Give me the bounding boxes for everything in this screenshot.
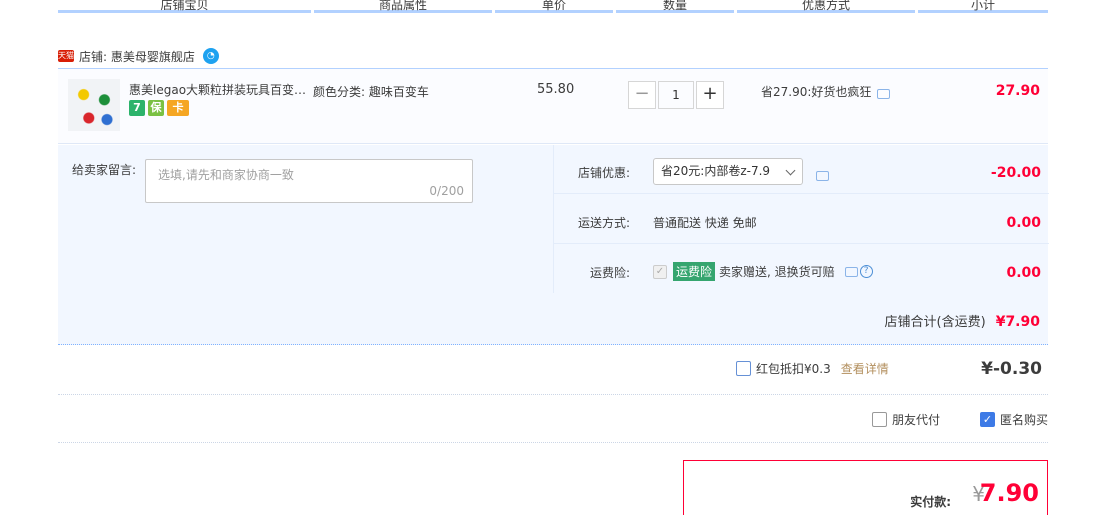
header-unit-price: 单价 bbox=[495, 0, 613, 13]
shop-total: 店铺合计(含运费) ¥7.90 bbox=[885, 311, 1040, 330]
chevron-down-icon bbox=[785, 165, 796, 176]
coupon-comment-icon[interactable] bbox=[816, 171, 829, 181]
anonymous-purchase-option[interactable]: ✓ 匿名购买 bbox=[980, 411, 1048, 428]
help-icon[interactable]: ? bbox=[859, 265, 873, 278]
header-quantity: 数量 bbox=[616, 0, 734, 13]
shop-coupon-select[interactable]: 省20元:内部卷z-7.9 bbox=[653, 158, 803, 185]
red-packet-amount: ¥-0.30 bbox=[981, 359, 1042, 379]
tmall-badge-icon: 天猫 bbox=[58, 50, 74, 62]
insurance-checkbox: ✓ bbox=[653, 264, 667, 279]
header-discount: 优惠方式 bbox=[737, 0, 915, 13]
guarantee-icon[interactable]: 保 bbox=[148, 100, 164, 116]
insurance-label: 运费险: bbox=[590, 266, 631, 280]
cart-item-row: 惠美legao大颗粒拼装玩具百变… 7 保 卡 颜色分类: 趣味百变车 55.8… bbox=[58, 68, 1048, 144]
red-packet-details-link[interactable]: 查看详情 bbox=[841, 360, 889, 377]
shipping-amount: 0.00 bbox=[1006, 215, 1041, 231]
insurance-text: 卖家赠送, 退换货可赔 bbox=[719, 265, 835, 279]
seven-day-return-icon[interactable]: 7 bbox=[129, 100, 145, 116]
shop-coupon-label: 店铺优惠: bbox=[578, 166, 631, 180]
wangwang-icon[interactable]: ◔ bbox=[202, 48, 219, 64]
product-thumbnail[interactable] bbox=[68, 79, 120, 131]
quantity-increase-button[interactable]: + bbox=[696, 81, 724, 109]
promotion-comment-icon[interactable] bbox=[877, 88, 891, 99]
order-options-panel: 给卖家留言: 选填,请先和商家协商一致 0/200 店铺优惠: 省20元:内部卷… bbox=[58, 145, 1049, 345]
payment-label: 实付款: bbox=[910, 495, 951, 509]
cart-header: 店铺宝贝 商品属性 单价 数量 优惠方式 小计 bbox=[58, 0, 1048, 17]
memo-counter: 0/200 bbox=[429, 184, 464, 198]
shop-coupon-row: 店铺优惠: 省20元:内部卷z-7.9 -20.00 bbox=[554, 145, 1049, 194]
payment-summary: 实付款: ¥ 7.90 bbox=[683, 460, 1048, 515]
anonymous-checkbox[interactable]: ✓ bbox=[980, 412, 995, 427]
shipping-row: 运送方式: 普通配送 快递 免邮 0.00 bbox=[554, 195, 1049, 244]
shipping-method: 普通配送 快递 免邮 bbox=[653, 216, 757, 230]
shop-line: 天猫 店铺: 惠美母婴旗舰店 ◔ bbox=[58, 46, 219, 66]
promotion-text: 省27.90:好货也疯狂 bbox=[761, 85, 872, 99]
promotion: 省27.90:好货也疯狂 bbox=[761, 83, 891, 100]
header-subtotal: 小计 bbox=[918, 0, 1048, 13]
product-title[interactable]: 惠美legao大颗粒拼装玩具百变… bbox=[129, 81, 307, 98]
shipping-label: 运送方式: bbox=[578, 216, 631, 230]
shop-summary: 店铺优惠: 省20元:内部卷z-7.9 -20.00 运送方式: 普通配送 快递… bbox=[553, 145, 1049, 294]
insurance-option: ✓ 运费险 卖家赠送, 退换货可赔 ? bbox=[653, 262, 873, 281]
insurance-comment-icon[interactable] bbox=[844, 266, 858, 277]
anonymous-label: 匿名购买 bbox=[1000, 413, 1049, 427]
red-packet-deduction: 红包抵扣¥0.3 查看详情 bbox=[736, 360, 889, 377]
shop-coupon-selected: 省20元:内部卷z-7.9 bbox=[661, 164, 771, 178]
divider bbox=[58, 394, 1048, 395]
payment-amount: 7.90 bbox=[979, 479, 1039, 507]
quantity-decrease-button[interactable]: − bbox=[628, 81, 656, 109]
header-attribute: 商品属性 bbox=[314, 0, 492, 13]
quantity-input[interactable]: 1 bbox=[658, 81, 694, 109]
shop-total-label: 店铺合计(含运费) bbox=[884, 315, 986, 330]
friend-pay-label: 朋友代付 bbox=[892, 413, 941, 427]
red-packet-checkbox[interactable] bbox=[736, 361, 751, 376]
shop-total-value: ¥7.90 bbox=[995, 314, 1040, 330]
insurance-amount: 0.00 bbox=[1006, 265, 1041, 281]
friend-pay-option[interactable]: 朋友代付 bbox=[872, 411, 940, 428]
quantity-stepper: − 1 + bbox=[628, 81, 724, 109]
insurance-row: 运费险: ✓ 运费险 卖家赠送, 退换货可赔 ? 0.00 bbox=[554, 245, 1049, 294]
shop-coupon-amount: -20.00 bbox=[990, 165, 1041, 181]
product-attribute: 颜色分类: 趣味百变车 bbox=[313, 85, 429, 99]
product-badges: 7 保 卡 bbox=[129, 100, 189, 116]
shop-name[interactable]: 店铺: 惠美母婴旗舰店 bbox=[79, 48, 195, 65]
insurance-tag: 运费险 bbox=[673, 262, 716, 281]
card-payment-icon[interactable]: 卡 bbox=[167, 100, 189, 116]
red-packet-label: 红包抵扣¥0.3 bbox=[756, 362, 831, 376]
memo-label: 给卖家留言: bbox=[72, 163, 137, 177]
header-shop-item: 店铺宝贝 bbox=[58, 0, 311, 13]
divider bbox=[58, 442, 1048, 443]
memo-placeholder: 选填,请先和商家协商一致 bbox=[158, 168, 294, 182]
friend-pay-checkbox[interactable] bbox=[872, 412, 887, 427]
memo-textarea[interactable]: 选填,请先和商家协商一致 0/200 bbox=[145, 159, 473, 203]
unit-price: 55.80 bbox=[537, 82, 575, 97]
item-subtotal: 27.90 bbox=[995, 83, 1040, 99]
